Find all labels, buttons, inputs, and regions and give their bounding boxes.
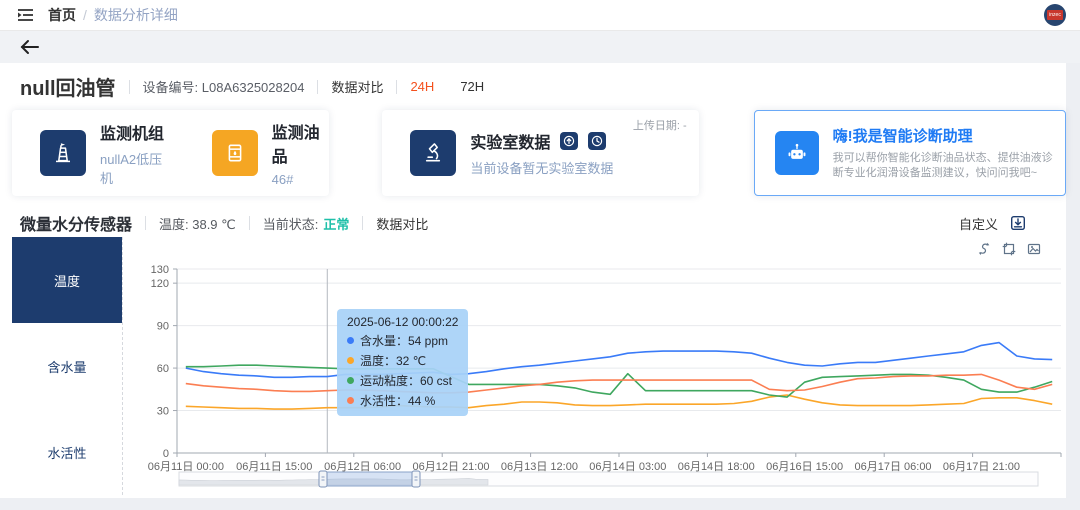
divider bbox=[396, 80, 397, 94]
svg-text:06月12日 21:00: 06月12日 21:00 bbox=[413, 461, 490, 473]
breadcrumb-separator: / bbox=[83, 7, 87, 23]
top-header: 首页 / 数据分析详细 inzec bbox=[0, 0, 1080, 31]
ai-assistant-title: 嗨!我是智能诊断助理 bbox=[833, 125, 1059, 146]
box-select-icon[interactable] bbox=[1002, 242, 1016, 256]
divider bbox=[317, 80, 318, 94]
device-title: null回油管 bbox=[20, 72, 116, 101]
monitor-oil-text: 监测油品 46# bbox=[272, 119, 330, 187]
ai-assistant-desc: 我可以帮你智能化诊断油品状态、提供油液诊断专业化润滑设备监测建议，快问问我吧~ bbox=[833, 151, 1059, 181]
monitor-oil-value: 46# bbox=[272, 172, 330, 187]
avatar-logo: inzec bbox=[1047, 10, 1063, 20]
svg-text:06月17日 21:00: 06月17日 21:00 bbox=[943, 461, 1020, 473]
svg-text:60: 60 bbox=[157, 363, 169, 375]
range-72h-button[interactable]: 72H bbox=[460, 79, 484, 94]
chart-tab-2[interactable]: 水活性 bbox=[12, 409, 122, 495]
divider bbox=[249, 216, 250, 230]
history-icon[interactable] bbox=[588, 132, 606, 150]
monitor-oil-title: 监测油品 bbox=[272, 119, 330, 167]
svg-text:06月11日 00:00: 06月11日 00:00 bbox=[148, 461, 224, 473]
export-download-icon[interactable] bbox=[1010, 215, 1026, 231]
save-image-icon[interactable] bbox=[1027, 242, 1041, 256]
breadcrumb-current: 数据分析详细 bbox=[94, 5, 178, 25]
ai-assistant-card[interactable]: 嗨!我是智能诊断助理 我可以帮你智能化诊断油品状态、提供油液诊断专业化润滑设备监… bbox=[754, 110, 1066, 196]
range-24h-button[interactable]: 24H bbox=[410, 79, 434, 94]
restore-icon[interactable] bbox=[977, 242, 991, 256]
data-compare-label: 数据对比 bbox=[331, 77, 383, 96]
svg-text:06月14日 03:00: 06月14日 03:00 bbox=[589, 461, 666, 473]
machine-unit-icon bbox=[40, 130, 86, 176]
svg-text:06月11日 15:00: 06月11日 15:00 bbox=[236, 461, 312, 473]
monitor-card: 监测机组 nullA2低压机 监测油品 46# bbox=[12, 110, 329, 196]
sensor-compare-button[interactable]: 数据对比 bbox=[376, 214, 428, 233]
svg-text:0: 0 bbox=[163, 448, 169, 460]
svg-text:06月14日 18:00: 06月14日 18:00 bbox=[678, 461, 755, 473]
sensor-status-label: 当前状态: bbox=[263, 214, 319, 233]
monitor-unit-value: nullA2低压机 bbox=[100, 149, 168, 187]
svg-text:120: 120 bbox=[151, 278, 169, 290]
upload-date-label: 上传日期: - bbox=[633, 117, 687, 133]
divider bbox=[145, 216, 146, 230]
device-title-row: null回油管 设备编号: L08A6325028204 数据对比 24H 72… bbox=[0, 63, 1066, 108]
monitor-unit-title: 监测机组 bbox=[100, 120, 168, 144]
chart-tabs: 温度含水量水活性 bbox=[12, 237, 123, 495]
divider bbox=[362, 216, 363, 230]
sensor-header-row: 微量水分传感器 温度: 38.9 ℃ 当前状态: 正常 数据对比 自定义 bbox=[0, 209, 1066, 237]
status-badge: 正常 bbox=[323, 214, 349, 233]
monitor-unit-text: 监测机组 nullA2低压机 bbox=[100, 120, 168, 187]
back-button[interactable] bbox=[20, 39, 40, 55]
oil-barrel-icon bbox=[212, 130, 258, 176]
user-avatar[interactable]: inzec bbox=[1044, 4, 1066, 26]
chart-tab-0[interactable]: 温度 bbox=[12, 237, 122, 323]
chart-toolbox bbox=[977, 242, 1041, 256]
svg-text:30: 30 bbox=[157, 406, 169, 418]
device-serial: 设备编号: L08A6325028204 bbox=[143, 77, 305, 96]
svg-text:130: 130 bbox=[151, 264, 169, 276]
customize-button[interactable]: 自定义 bbox=[959, 214, 998, 233]
svg-text:06月13日 12:00: 06月13日 12:00 bbox=[501, 461, 578, 473]
divider bbox=[129, 80, 130, 94]
lab-data-text: 实验室数据 当前设备暂无实验室数据 bbox=[470, 129, 613, 177]
sensor-title: 微量水分传感器 bbox=[20, 211, 132, 235]
chart-tab-1[interactable]: 含水量 bbox=[12, 323, 122, 409]
lab-data-status: 当前设备暂无实验室数据 bbox=[470, 158, 613, 177]
ai-assistant-text: 嗨!我是智能诊断助理 我可以帮你智能化诊断油品状态、提供油液诊断专业化润滑设备监… bbox=[833, 125, 1059, 181]
breadcrumb-home[interactable]: 首页 bbox=[48, 5, 76, 25]
upload-icon[interactable] bbox=[560, 132, 578, 150]
menu-collapse-icon[interactable] bbox=[18, 8, 34, 22]
svg-text:06月12日 06:00: 06月12日 06:00 bbox=[324, 461, 401, 473]
svg-text:06月16日 15:00: 06月16日 15:00 bbox=[766, 461, 843, 473]
sensor-temperature: 温度: 38.9 ℃ bbox=[159, 214, 236, 233]
sub-header bbox=[0, 31, 1080, 63]
sensor-chart-svg[interactable]: 0 30 60 90 120 130 06月11日 00:00 06月11日 15:00 06月… bbox=[123, 237, 1067, 505]
lab-data-card: 上传日期: - 实验室数据 当前设备暂无实验室数据 bbox=[382, 110, 698, 196]
chart-region: 2025-06-12 00:00:22 含水量：54 ppm温度：32 ℃运动粘… bbox=[123, 237, 1067, 510]
svg-text:06月17日 06:00: 06月17日 06:00 bbox=[855, 461, 932, 473]
sensor-chart-panel: 温度含水量水活性 2025-06-12 00:00:22 含水量：54 ppm温… bbox=[12, 237, 1066, 510]
main-content: null回油管 设备编号: L08A6325028204 数据对比 24H 72… bbox=[0, 63, 1066, 498]
lab-data-title: 实验室数据 bbox=[470, 129, 550, 153]
svg-text:90: 90 bbox=[157, 321, 169, 333]
robot-icon bbox=[775, 131, 819, 175]
microscope-icon bbox=[410, 130, 456, 176]
cards-row: 监测机组 nullA2低压机 监测油品 46# 上传日期: - 实验室数据 bbox=[12, 110, 1066, 196]
